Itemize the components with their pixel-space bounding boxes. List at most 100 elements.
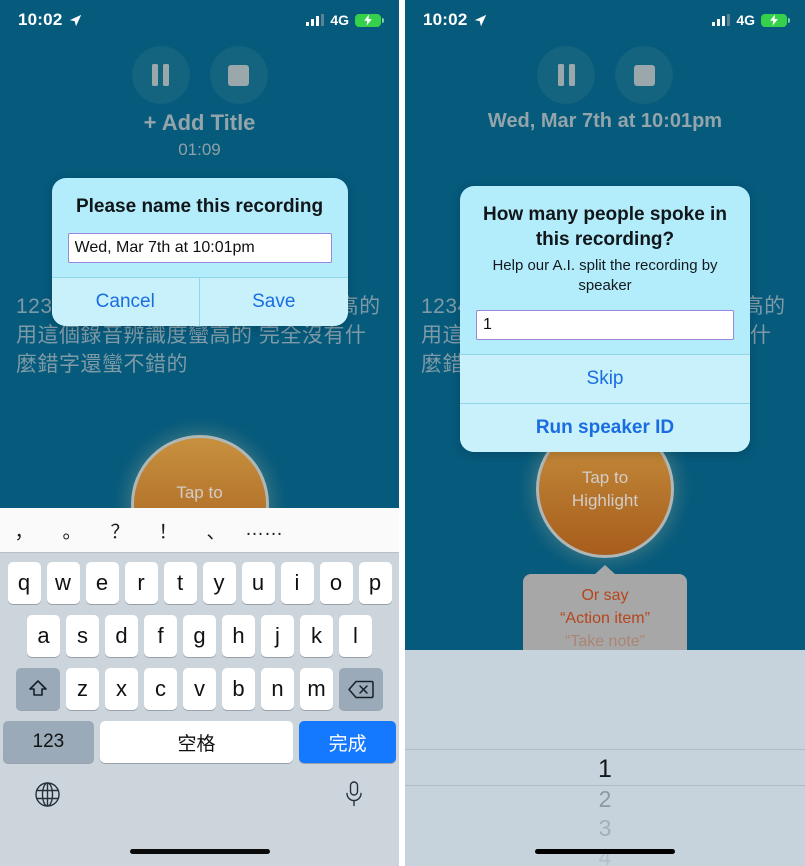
key-d[interactable]: d: [105, 615, 138, 657]
done-key[interactable]: 完成: [299, 721, 397, 763]
key-x[interactable]: x: [105, 668, 138, 710]
backspace-key[interactable]: [339, 668, 383, 710]
pause-button[interactable]: [537, 46, 595, 104]
suggestion-pause[interactable]: 、: [192, 517, 240, 544]
run-speaker-id-button[interactable]: Run speaker ID: [460, 403, 750, 452]
dialog-body: Please name this recording: [52, 178, 348, 277]
suggestion-period[interactable]: 。: [48, 517, 96, 544]
key-h[interactable]: h: [222, 615, 255, 657]
globe-key[interactable]: [34, 781, 61, 813]
transport-controls: [405, 46, 805, 104]
numbers-key[interactable]: 123: [3, 721, 94, 763]
add-title-button[interactable]: + Add Title: [0, 110, 399, 136]
tooltip-line-2: “Action item”: [560, 610, 650, 627]
key-s[interactable]: s: [66, 615, 99, 657]
cancel-button[interactable]: Cancel: [51, 278, 199, 326]
location-arrow-icon: [70, 14, 82, 26]
home-indicator[interactable]: [129, 849, 270, 854]
tooltip-line-1: Or say: [581, 587, 629, 604]
picker-option-3[interactable]: 3: [405, 814, 805, 843]
key-q[interactable]: q: [7, 562, 41, 604]
keyboard-rows: q w e r t y u i o p a s d f g h j k l z …: [0, 553, 399, 763]
key-i[interactable]: i: [280, 562, 314, 604]
dialog-subtitle: Help our A.I. split the recording by spe…: [492, 257, 718, 294]
dialog-title: Please name this recording: [75, 196, 324, 217]
home-indicator[interactable]: [535, 849, 675, 854]
keyboard-row-2: a s d f g h j k l: [3, 615, 396, 657]
key-v[interactable]: v: [183, 668, 216, 710]
key-u[interactable]: u: [241, 562, 275, 604]
dialog-actions: Skip Run speaker ID: [460, 354, 750, 452]
stop-icon: [633, 64, 655, 86]
keyboard-row-3: z x c v b n m: [3, 668, 396, 710]
suggestion-question[interactable]: ？: [96, 517, 144, 544]
keyboard-row-4: 123 空格 完成: [3, 721, 397, 763]
key-j[interactable]: j: [261, 615, 294, 657]
left-phone-screen: 10:02 4G + Add Title 01:09 用這個錄音辨識度蠻高的 完…: [0, 0, 399, 866]
key-r[interactable]: r: [124, 562, 158, 604]
picker-option-1[interactable]: 1: [405, 754, 805, 785]
status-bar-left: 10:02: [18, 10, 82, 30]
key-m[interactable]: m: [300, 668, 333, 710]
highlight-line-1: Tap to: [176, 483, 223, 502]
key-l[interactable]: l: [339, 615, 372, 657]
key-o[interactable]: o: [319, 562, 353, 604]
status-bar-right: 4G: [712, 12, 790, 28]
key-k[interactable]: k: [300, 615, 333, 657]
globe-icon: [35, 781, 60, 807]
speaker-count-input[interactable]: [476, 310, 734, 340]
dictation-key[interactable]: [343, 780, 365, 813]
key-n[interactable]: n: [261, 668, 294, 710]
stop-button[interactable]: [615, 46, 673, 104]
status-time: 10:02: [423, 10, 468, 29]
dialog-title: How many people spoke in this recording?: [483, 204, 727, 250]
suggestion-ellipsis[interactable]: ……: [240, 519, 288, 541]
speaker-count-dialog: How many people spoke in this recording?…: [460, 186, 750, 452]
name-recording-dialog: Please name this recording Cancel Save: [51, 178, 348, 326]
key-f[interactable]: f: [144, 615, 177, 657]
network-label: 4G: [330, 12, 349, 28]
ios-keyboard: ， 。 ？ ！ 、 …… q w e r t y u i o p a s d f…: [0, 508, 399, 866]
suggestion-exclamation[interactable]: ！: [144, 517, 192, 544]
recording-timer: 01:09: [178, 140, 221, 159]
highlight-line-1: Tap to: [581, 468, 629, 487]
dialog-actions: Cancel Save: [51, 277, 348, 326]
picker-option-4[interactable]: 4: [405, 843, 805, 866]
key-c[interactable]: c: [144, 668, 177, 710]
save-button[interactable]: Save: [199, 278, 348, 326]
status-bar: 10:02 4G: [405, 0, 805, 40]
skip-button[interactable]: Skip: [460, 355, 750, 403]
key-y[interactable]: y: [202, 562, 236, 604]
key-z[interactable]: z: [66, 668, 99, 710]
space-key[interactable]: 空格: [99, 721, 294, 763]
bolt-glyph: [770, 14, 778, 26]
key-p[interactable]: p: [358, 562, 392, 604]
stop-button[interactable]: [209, 46, 268, 104]
dialog-body: How many people spoke in this recording?…: [460, 186, 750, 354]
shift-key[interactable]: [16, 668, 60, 710]
key-b[interactable]: b: [222, 668, 255, 710]
key-e[interactable]: e: [85, 562, 119, 604]
key-w[interactable]: w: [46, 562, 80, 604]
speaker-count-picker[interactable]: 1 2 3 4 5: [405, 650, 805, 866]
keyboard-row-1: q w e r t y u i o p: [3, 562, 396, 604]
signal-bars-icon: [306, 14, 325, 26]
stop-icon: [228, 64, 249, 86]
recording-title[interactable]: Wed, Mar 7th at 10:01pm: [405, 110, 805, 133]
shift-icon: [29, 680, 47, 696]
status-bar-right: 4G: [306, 12, 384, 28]
bolt-glyph: [364, 14, 372, 26]
key-a[interactable]: a: [27, 615, 60, 657]
status-bar: 10:02 4G: [0, 0, 399, 40]
status-time: 10:02: [18, 10, 63, 29]
picker-option-2[interactable]: 2: [405, 785, 805, 814]
suggestion-comma[interactable]: ，: [0, 517, 48, 544]
battery-charging-icon: [355, 13, 384, 27]
recording-name-input[interactable]: [67, 233, 332, 263]
pause-button[interactable]: [131, 46, 190, 104]
two-phone-screenshot: 10:02 4G + Add Title 01:09 用這個錄音辨識度蠻高的 完…: [0, 0, 805, 866]
keyboard-bottom-bar: [0, 774, 399, 813]
key-g[interactable]: g: [183, 615, 216, 657]
pause-icon: [557, 64, 575, 86]
key-t[interactable]: t: [163, 562, 197, 604]
